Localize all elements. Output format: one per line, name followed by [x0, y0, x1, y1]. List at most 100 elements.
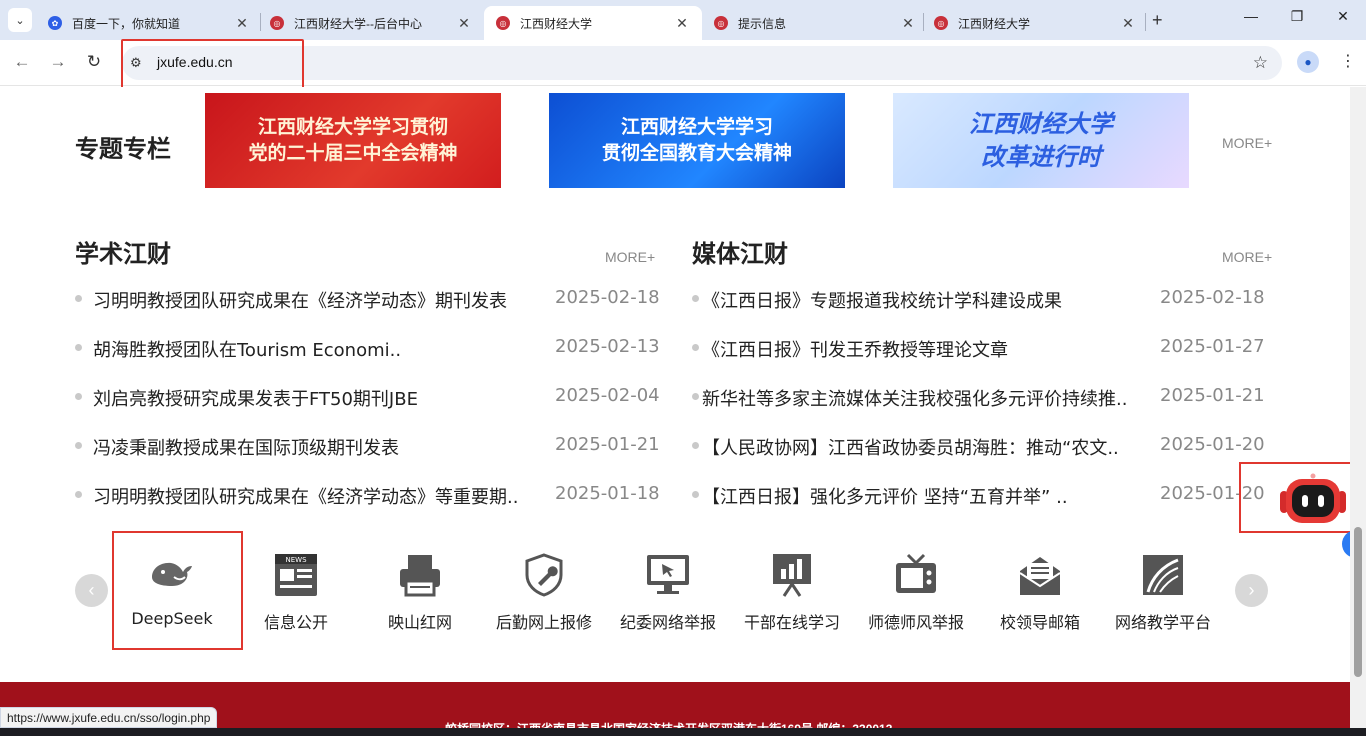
- banner-line: 贯彻全国教育大会精神: [601, 141, 792, 164]
- close-icon[interactable]: ✕: [456, 15, 472, 32]
- forward-arrow-icon[interactable]: →: [48, 52, 68, 72]
- tab-notice[interactable]: ◎ 提示信息 ✕: [706, 6, 924, 40]
- chart-board-icon: [768, 551, 816, 599]
- quick-link-repair[interactable]: 后勤网上报修: [482, 547, 606, 632]
- banner-line: 党的二十届三中全会精神: [248, 141, 458, 164]
- bullet-dot: [692, 442, 699, 449]
- tab-baidu[interactable]: ✿ 百度一下，你就知道 ✕: [40, 6, 258, 40]
- news-title[interactable]: 胡海胜教授团队在Tourism Economi..: [93, 336, 401, 362]
- news-date: 2025-02-18: [555, 287, 660, 308]
- page-scrollbar[interactable]: [1350, 87, 1366, 736]
- tv-icon: [892, 551, 940, 599]
- quick-link-label: 校领导邮箱: [999, 613, 1080, 632]
- tab-label: 江西财经大学: [520, 16, 593, 31]
- quick-link-label: 信息公开: [263, 613, 328, 632]
- quick-link-online-teaching[interactable]: 网络教学平台: [1101, 547, 1225, 632]
- reload-icon[interactable]: ↻: [84, 52, 104, 72]
- tab-label: 江西财经大学: [958, 16, 1031, 31]
- banner-education-conference[interactable]: 江西财经大学学习 贯彻全国教育大会精神: [549, 93, 845, 188]
- banner-line: 江西财经大学学习: [620, 115, 773, 138]
- baidu-icon: ✿: [48, 16, 62, 30]
- bullet-dot: [75, 344, 82, 351]
- news-date: 2025-01-18: [555, 483, 660, 504]
- quick-link-label: 师德师风举报: [867, 613, 964, 632]
- topics-more-link[interactable]: MORE+: [1222, 135, 1272, 151]
- quick-link-cadre-learning[interactable]: 干部在线学习: [730, 547, 854, 632]
- news-title[interactable]: 新华社等多家主流媒体关注我校强化多元评价持续推..: [702, 385, 1127, 411]
- news-date: 2025-01-21: [555, 434, 660, 455]
- new-tab-button[interactable]: +: [1152, 10, 1163, 31]
- bullet-dot: [692, 491, 699, 498]
- jxufe-logo-icon: ◎: [496, 16, 510, 30]
- quick-link-info-disclosure[interactable]: NEWS 信息公开: [234, 547, 358, 632]
- quick-link-label: 映山红网: [387, 613, 452, 632]
- bullet-dot: [75, 442, 82, 449]
- news-title[interactable]: 《江西日报》专题报道我校统计学科建设成果: [702, 287, 1062, 313]
- news-title[interactable]: 【江西日报】强化多元评价 坚持“五育并举” ..: [702, 483, 1068, 509]
- minimize-button[interactable]: —: [1241, 8, 1261, 24]
- carousel-next-button[interactable]: ›: [1235, 574, 1268, 607]
- url-highlight-box: [121, 39, 304, 93]
- news-date: 2025-01-20: [1160, 434, 1265, 455]
- quick-link-yingshanhong[interactable]: 映山红网: [358, 547, 482, 632]
- bullet-dot: [75, 295, 82, 302]
- quick-link-discipline-report[interactable]: 纪委网络举报: [606, 547, 730, 632]
- quick-link-label: 纪委网络举报: [619, 613, 716, 632]
- banner-third-plenum[interactable]: 江西财经大学学习贯彻 党的二十届三中全会精神: [205, 93, 501, 188]
- close-icon[interactable]: ✕: [674, 15, 690, 32]
- news-icon: NEWS: [272, 551, 320, 599]
- news-date: 2025-01-27: [1160, 336, 1265, 357]
- news-title[interactable]: 冯凌秉副教授成果在国际顶级期刊发表: [93, 434, 399, 460]
- bullet-dot: [692, 393, 699, 400]
- scrollbar-thumb[interactable]: [1354, 527, 1362, 677]
- tab-bar: ⌄ ✿ 百度一下，你就知道 ✕ ◎ 江西财经大学--后台中心 ✕ ◎ 江西财经大…: [0, 0, 1366, 40]
- tab-jxufe-active[interactable]: ◎ 江西财经大学 ✕: [484, 6, 702, 40]
- ai-assistant-robot-icon[interactable]: [1278, 473, 1348, 525]
- news-title[interactable]: 《江西日报》刊发王乔教授等理论文章: [702, 336, 1008, 362]
- close-icon[interactable]: ✕: [1120, 15, 1136, 32]
- more-menu-icon[interactable]: ⋮: [1340, 51, 1356, 71]
- media-more-link[interactable]: MORE+: [1222, 249, 1272, 265]
- academic-more-link[interactable]: MORE+: [605, 249, 655, 265]
- quick-link-leader-mailbox[interactable]: 校领导邮箱: [978, 547, 1102, 632]
- tab-divider: [1145, 13, 1146, 31]
- tab-label: 江西财经大学--后台中心: [294, 16, 422, 31]
- mail-icon: [1016, 551, 1064, 599]
- quick-link-label: 后勤网上报修: [495, 613, 592, 632]
- close-icon[interactable]: ✕: [234, 15, 250, 32]
- banner-reform[interactable]: 江西财经大学 改革进行时: [893, 93, 1189, 188]
- link-status-bar: https://www.jxufe.edu.cn/sso/login.php: [0, 707, 218, 728]
- book-icon: [1139, 551, 1187, 599]
- os-taskbar: [0, 728, 1366, 736]
- news-title[interactable]: 刘启亮教授研究成果发表于FT50期刊JBE: [93, 385, 418, 411]
- restore-button[interactable]: ❐: [1287, 8, 1307, 25]
- tab-label: 百度一下，你就知道: [72, 16, 181, 31]
- bookmark-star-icon[interactable]: ☆: [1253, 53, 1268, 73]
- bullet-dot: [692, 344, 699, 351]
- news-title[interactable]: 习明明教授团队研究成果在《经济学动态》期刊发表: [93, 287, 507, 313]
- close-icon[interactable]: ✕: [900, 15, 916, 32]
- deepseek-highlight-box: [112, 531, 243, 650]
- academic-title: 学术江财: [75, 240, 171, 268]
- profile-avatar-icon[interactable]: ●: [1297, 51, 1319, 73]
- tab-admin-center[interactable]: ◎ 江西财经大学--后台中心 ✕: [262, 6, 480, 40]
- tab-label: 提示信息: [738, 16, 787, 31]
- bullet-dot: [75, 393, 82, 400]
- back-arrow-icon[interactable]: ←: [12, 52, 32, 72]
- news-date: 2025-02-04: [555, 385, 660, 406]
- news-date: 2025-01-21: [1160, 385, 1265, 406]
- quick-link-ethics-report[interactable]: 师德师风举报: [854, 547, 978, 632]
- news-title[interactable]: 习明明教授团队研究成果在《经济学动态》等重要期..: [93, 483, 518, 509]
- news-date: 2025-02-18: [1160, 287, 1265, 308]
- news-title[interactable]: 【人民政协网】江西省政协委员胡海胜：推动“农文..: [702, 434, 1119, 460]
- tab-divider: [260, 13, 261, 31]
- carousel-prev-button[interactable]: ‹: [75, 574, 108, 607]
- bullet-dot: [692, 295, 699, 302]
- banner-line: 江西财经大学学习贯彻: [257, 115, 448, 138]
- tab-search-button[interactable]: ⌄: [8, 8, 32, 32]
- tab-jxufe-2[interactable]: ◎ 江西财经大学 ✕: [926, 6, 1144, 40]
- quick-link-label: 网络教学平台: [1114, 613, 1211, 632]
- window-close-button[interactable]: ✕: [1333, 8, 1353, 25]
- banner-line: 江西财经大学: [969, 110, 1113, 139]
- jxufe-logo-icon: ◎: [714, 16, 728, 30]
